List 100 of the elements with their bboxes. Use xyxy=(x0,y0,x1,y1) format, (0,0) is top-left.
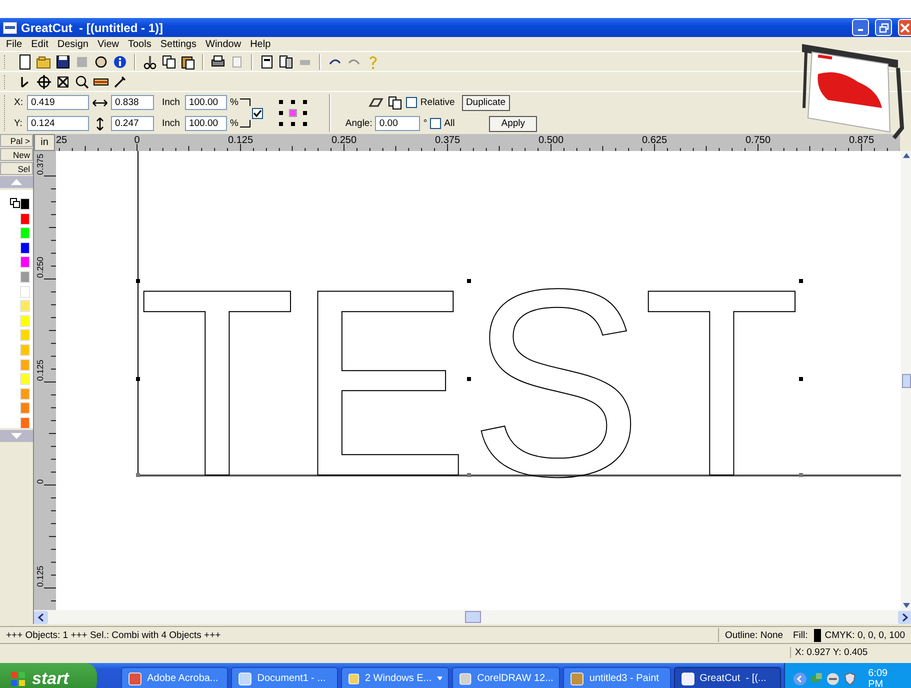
minimize-button[interactable] xyxy=(852,19,869,36)
anchor-point[interactable] xyxy=(291,100,296,104)
angle-field[interactable]: 0.00 xyxy=(375,116,420,131)
selection-handle[interactable] xyxy=(467,473,471,477)
app-icon xyxy=(3,22,17,34)
color-swatch[interactable] xyxy=(20,198,30,210)
up-arrow-icon xyxy=(902,151,911,160)
caret-icon xyxy=(436,676,442,681)
color-swatch[interactable] xyxy=(20,329,30,342)
palette-button[interactable]: Sel xyxy=(0,162,33,175)
relative-label: Relative xyxy=(420,97,455,108)
crosshair-icon[interactable] xyxy=(36,74,52,90)
ruler-label: 0.250 xyxy=(35,256,45,278)
minus-circle-icon[interactable] xyxy=(826,672,840,686)
x-field[interactable]: 0.419 xyxy=(27,95,89,110)
selection-handle[interactable] xyxy=(136,473,140,477)
color-swatch[interactable] xyxy=(20,402,30,414)
color-swatch[interactable] xyxy=(20,373,30,386)
anchor-point[interactable] xyxy=(279,111,284,115)
palette-button[interactable]: New xyxy=(0,148,33,161)
color-swatch[interactable] xyxy=(20,417,30,429)
restore-button[interactable] xyxy=(875,19,892,36)
scale-y-field[interactable]: 100.00 xyxy=(184,116,227,131)
pages-icon[interactable] xyxy=(278,54,294,70)
color-swatch[interactable] xyxy=(20,358,30,371)
eyedropper-icon[interactable] xyxy=(112,74,128,90)
color-swatch[interactable] xyxy=(20,242,30,254)
anchor-point[interactable] xyxy=(279,122,284,126)
ruler-label: 0.375 xyxy=(434,135,460,146)
taskbar-button[interactable]: GreatCut - [(... xyxy=(674,666,781,688)
height-field[interactable]: 0.247 xyxy=(111,116,154,131)
anchor-point[interactable] xyxy=(291,122,296,126)
save-icon[interactable] xyxy=(55,54,71,70)
info-icon[interactable] xyxy=(112,54,128,70)
printer-icon[interactable] xyxy=(210,54,226,70)
menu-item[interactable]: View xyxy=(94,38,124,50)
taskbar-button[interactable]: CorelDRAW 12... xyxy=(452,666,560,688)
selection-handle[interactable] xyxy=(136,377,140,381)
palette-button[interactable]: Pal > xyxy=(0,134,33,147)
taskbar-button[interactable]: 2 Windows E... xyxy=(341,666,450,688)
color-swatch[interactable] xyxy=(20,271,30,283)
paste-icon[interactable] xyxy=(180,54,196,70)
ruler-label: 0.375 xyxy=(35,154,45,175)
color-swatch[interactable] xyxy=(20,256,30,268)
ruler-label: 0 xyxy=(35,479,45,484)
close-button[interactable] xyxy=(898,19,911,36)
start-button[interactable]: start xyxy=(0,663,98,688)
menu-item[interactable]: Design xyxy=(53,38,94,50)
scale-x-field[interactable]: 100.00 xyxy=(184,95,227,110)
color-swatch[interactable] xyxy=(20,314,30,327)
y-field[interactable]: 0.124 xyxy=(27,116,89,131)
menu-item[interactable]: Settings xyxy=(156,38,202,50)
anchor-point[interactable] xyxy=(303,111,308,115)
anchor-point[interactable] xyxy=(303,100,308,104)
vertical-scrollbar[interactable] xyxy=(901,151,911,610)
copy-icon[interactable] xyxy=(387,94,404,110)
scrollbar-thumb[interactable] xyxy=(465,611,481,623)
color-swatch[interactable] xyxy=(20,286,30,298)
all-label: All xyxy=(444,118,456,129)
shield-icon[interactable] xyxy=(843,672,858,686)
taskbar-button[interactable]: Adobe Acroba... xyxy=(121,666,228,688)
color-swatch[interactable] xyxy=(20,300,30,312)
selection-handle[interactable] xyxy=(467,279,471,283)
relative-checkbox[interactable] xyxy=(406,97,418,108)
selection-handle[interactable] xyxy=(136,279,140,283)
menu-item[interactable]: Help xyxy=(246,38,276,50)
fill-label: Fill: xyxy=(792,630,809,640)
proportional-checkbox[interactable] xyxy=(252,108,264,118)
menu-item[interactable]: File xyxy=(2,38,28,50)
anchor-point[interactable] xyxy=(279,100,284,104)
bracket-line xyxy=(240,96,252,130)
new-file-icon[interactable] xyxy=(17,54,33,70)
open-folder-icon[interactable] xyxy=(36,54,52,70)
chevron-icon[interactable] xyxy=(792,672,807,686)
crossed-box-icon[interactable] xyxy=(55,74,71,90)
selection-handle[interactable] xyxy=(467,377,471,381)
taskbar-button[interactable]: Document1 - ... xyxy=(231,666,338,688)
color-swatch[interactable] xyxy=(20,344,30,356)
selection-handle[interactable] xyxy=(799,279,803,283)
all-checkbox[interactable] xyxy=(430,118,442,129)
scissors-icon[interactable] xyxy=(142,54,158,70)
duplicate-button[interactable]: Duplicate xyxy=(462,94,510,110)
menu-item[interactable]: Tools xyxy=(124,38,156,50)
taskbar-button[interactable]: untitled3 - Paint xyxy=(563,666,671,688)
zoom-icon[interactable] xyxy=(74,74,90,90)
menu-item[interactable]: Edit xyxy=(27,38,54,50)
document-icon[interactable] xyxy=(259,54,275,70)
color-swatch[interactable] xyxy=(20,388,30,400)
width-field[interactable]: 0.838 xyxy=(111,95,154,110)
menu-item[interactable]: Window xyxy=(202,38,246,50)
apply-button[interactable]: Apply xyxy=(489,116,538,132)
color-swatch[interactable] xyxy=(20,227,30,240)
color-swatch[interactable] xyxy=(20,212,30,225)
horizontal-scrollbar[interactable] xyxy=(34,610,911,624)
selection-handle[interactable] xyxy=(799,473,803,477)
copy-icon[interactable] xyxy=(161,54,177,70)
anchor-point[interactable] xyxy=(303,122,308,126)
selection-handle[interactable] xyxy=(799,377,803,381)
program-icon xyxy=(348,672,360,686)
scrollbar-thumb[interactable] xyxy=(902,374,911,388)
